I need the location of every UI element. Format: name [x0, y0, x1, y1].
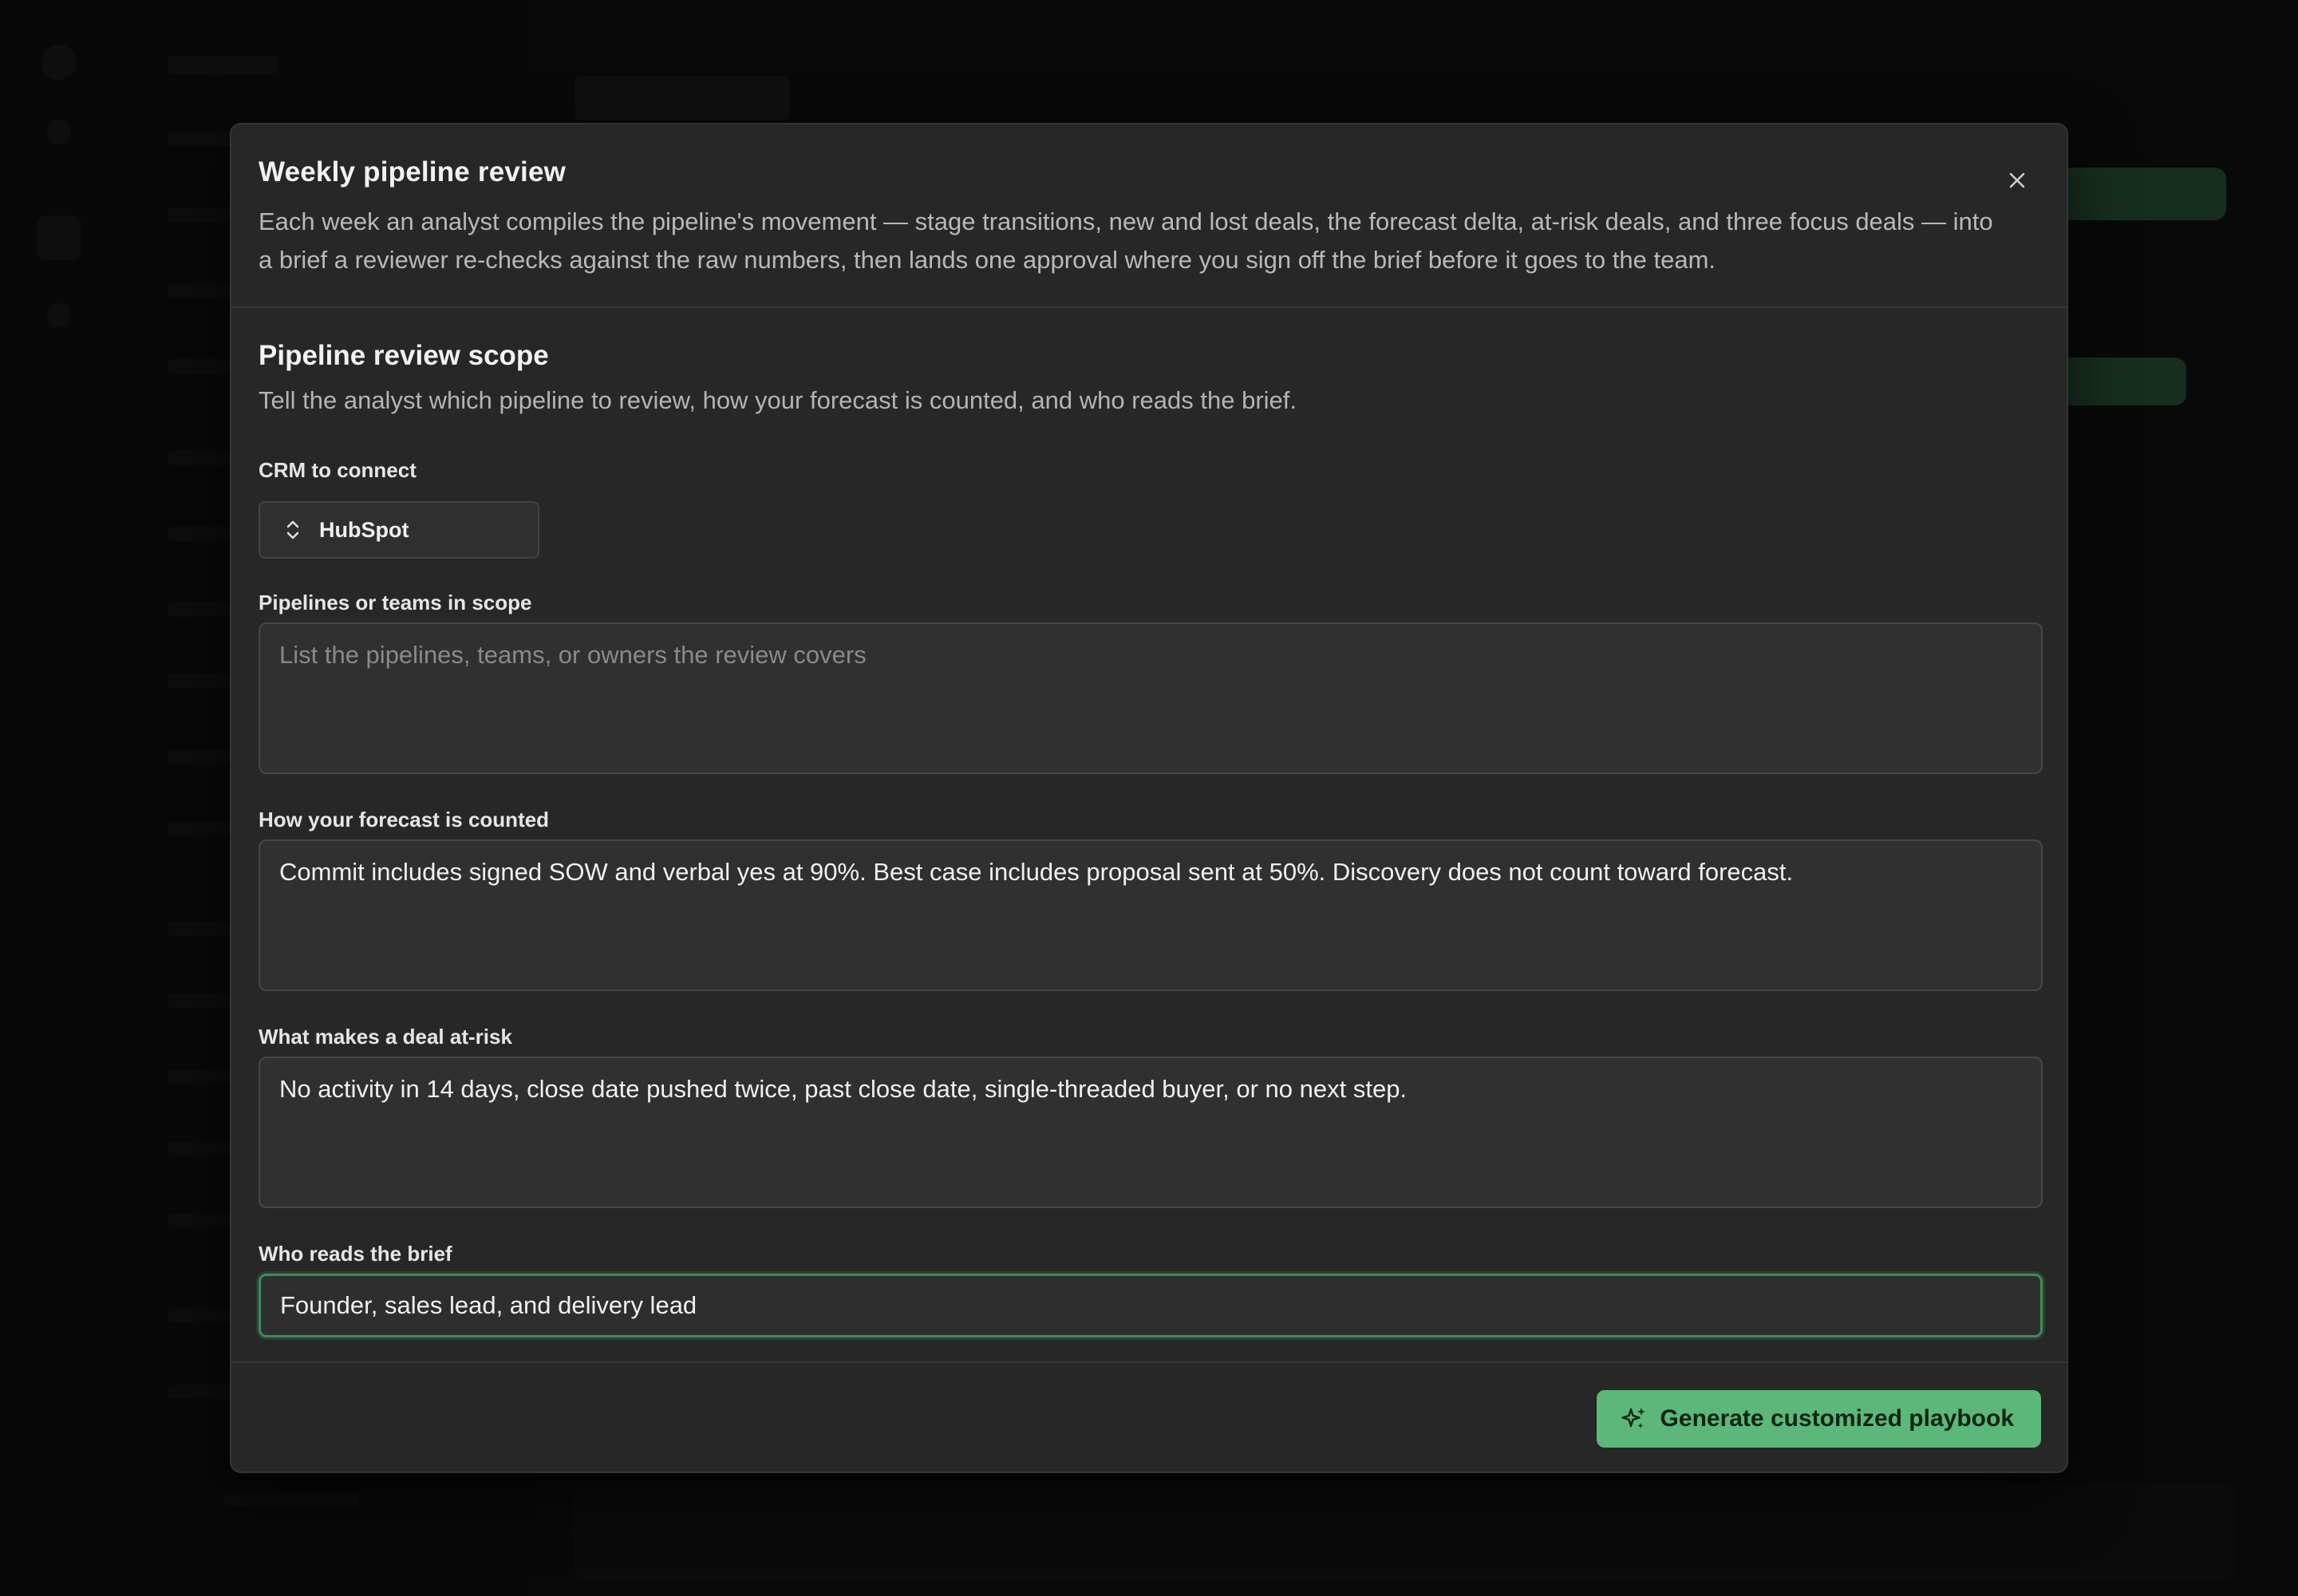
at-risk-textarea[interactable]: No activity in 14 days, close date pushe…	[259, 1057, 2043, 1208]
crm-label: CRM to connect	[259, 458, 417, 482]
close-icon	[2009, 172, 2025, 188]
generate-playbook-label: Generate customized playbook	[1660, 1405, 2014, 1432]
forecast-label: How your forecast is counted	[259, 808, 550, 832]
dialog-footer: Generate customized playbook	[231, 1361, 2067, 1472]
section-description: Tell the analyst which pipeline to revie…	[259, 386, 1297, 414]
generate-playbook-button[interactable]: Generate customized playbook	[1596, 1390, 2041, 1448]
at-risk-label: What makes a deal at-risk	[259, 1025, 512, 1049]
pipelines-label: Pipelines or teams in scope	[259, 591, 532, 614]
chevron-up-down-icon	[286, 520, 299, 539]
section-title: Pipeline review scope	[259, 340, 549, 371]
readers-input[interactable]	[259, 1274, 2043, 1337]
forecast-textarea[interactable]: Commit includes signed SOW and verbal ye…	[259, 839, 2043, 991]
pipelines-textarea[interactable]	[259, 622, 2043, 774]
dialog-description: Each week an analyst compiles the pipeli…	[259, 207, 1993, 274]
close-button[interactable]	[2001, 164, 2033, 196]
readers-label: Who reads the brief	[259, 1242, 452, 1266]
crm-select[interactable]: HubSpot	[259, 501, 539, 559]
crm-select-value: HubSpot	[319, 517, 409, 542]
sparkles-icon	[1621, 1408, 1645, 1428]
dialog-header: Weekly pipeline review Each week an anal…	[231, 124, 2067, 308]
dialog-title: Weekly pipeline review	[259, 156, 567, 188]
playbook-dialog: Weekly pipeline review Each week an anal…	[230, 123, 2068, 1473]
